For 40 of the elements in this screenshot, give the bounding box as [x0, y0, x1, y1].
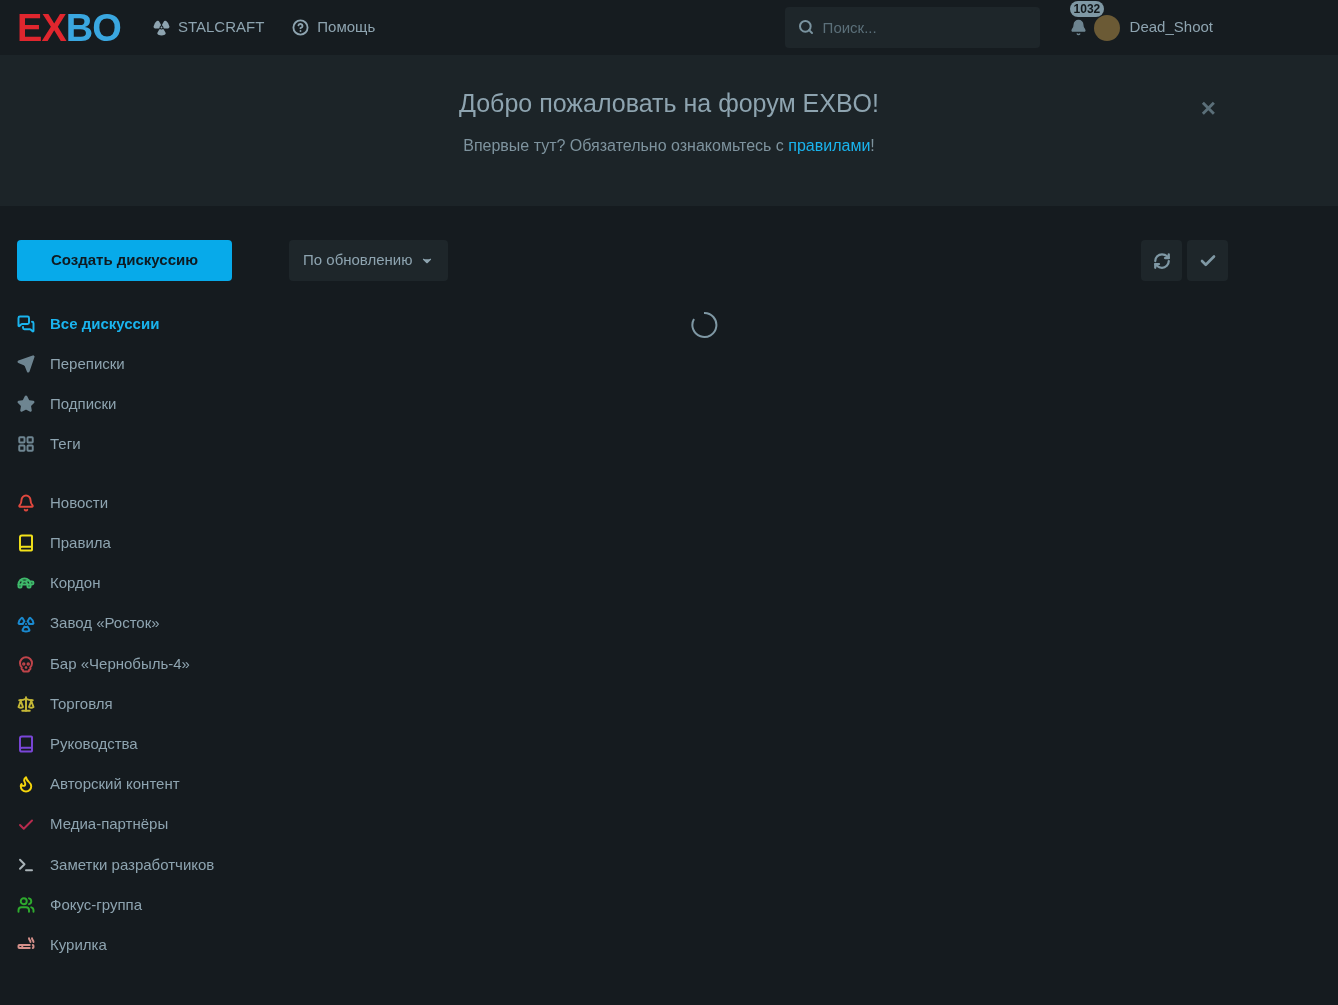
tag-item[interactable]: Завод «Росток»: [17, 603, 232, 644]
refresh-icon: [1152, 251, 1171, 270]
tag-item[interactable]: Руководства: [17, 724, 232, 765]
nav-link[interactable]: Помощь: [292, 16, 376, 39]
tag-item[interactable]: Медиа-партнёры: [17, 804, 232, 845]
tag-item[interactable]: Фокус-группа: [17, 884, 232, 926]
tag-item[interactable]: Правила: [17, 523, 232, 564]
tag-item[interactable]: Торговля: [17, 683, 232, 725]
loading-spinner-icon: [689, 311, 718, 339]
search-icon: [797, 19, 814, 35]
tag-item[interactable]: Бар «Чернобыль-4»: [17, 643, 232, 684]
paper-plane-icon: [17, 355, 35, 373]
grid-icon: [17, 435, 35, 453]
rules-link[interactable]: правилами: [788, 137, 871, 155]
search-field[interactable]: Поиск...: [784, 7, 1040, 48]
sort-dropdown[interactable]: По обновлению: [289, 240, 449, 281]
sidebar-item[interactable]: Переписки: [17, 344, 232, 384]
sidebar-item[interactable]: Подписки: [17, 384, 232, 424]
tag-item[interactable]: Новости: [17, 483, 232, 524]
tag-item[interactable]: Кордон: [17, 563, 232, 604]
mark-read-button[interactable]: [1187, 240, 1228, 281]
star-icon: [17, 395, 35, 413]
sidebar-item[interactable]: Все дискуссии: [17, 304, 232, 344]
avatar[interactable]: [1093, 14, 1120, 41]
logo[interactable]: EXBO: [17, 8, 121, 47]
refresh-button[interactable]: [1141, 240, 1182, 281]
nav-link[interactable]: STALCRAFT: [152, 16, 265, 39]
user-name[interactable]: Dead_Shoot: [1129, 16, 1213, 39]
help-icon: [292, 19, 310, 36]
tag-item[interactable]: Заметки разработчиков: [17, 844, 232, 885]
chat-bubbles-icon: [17, 315, 35, 333]
banner-title: Добро пожаловать на форум EXBO!: [458, 87, 879, 119]
radiation-icon: [152, 19, 170, 36]
bell-icon[interactable]: [1070, 19, 1088, 36]
tag-item[interactable]: Авторский контент: [17, 764, 232, 805]
notification-count: 1032: [1069, 0, 1105, 17]
tag-item[interactable]: Курилка: [17, 925, 232, 966]
create-discussion-button[interactable]: Создать дискуссию: [17, 240, 232, 281]
sidebar-item[interactable]: Теги: [17, 424, 232, 464]
banner-text: Впервые тут? Обязательно ознакомьтесь с правилами!: [463, 136, 875, 157]
